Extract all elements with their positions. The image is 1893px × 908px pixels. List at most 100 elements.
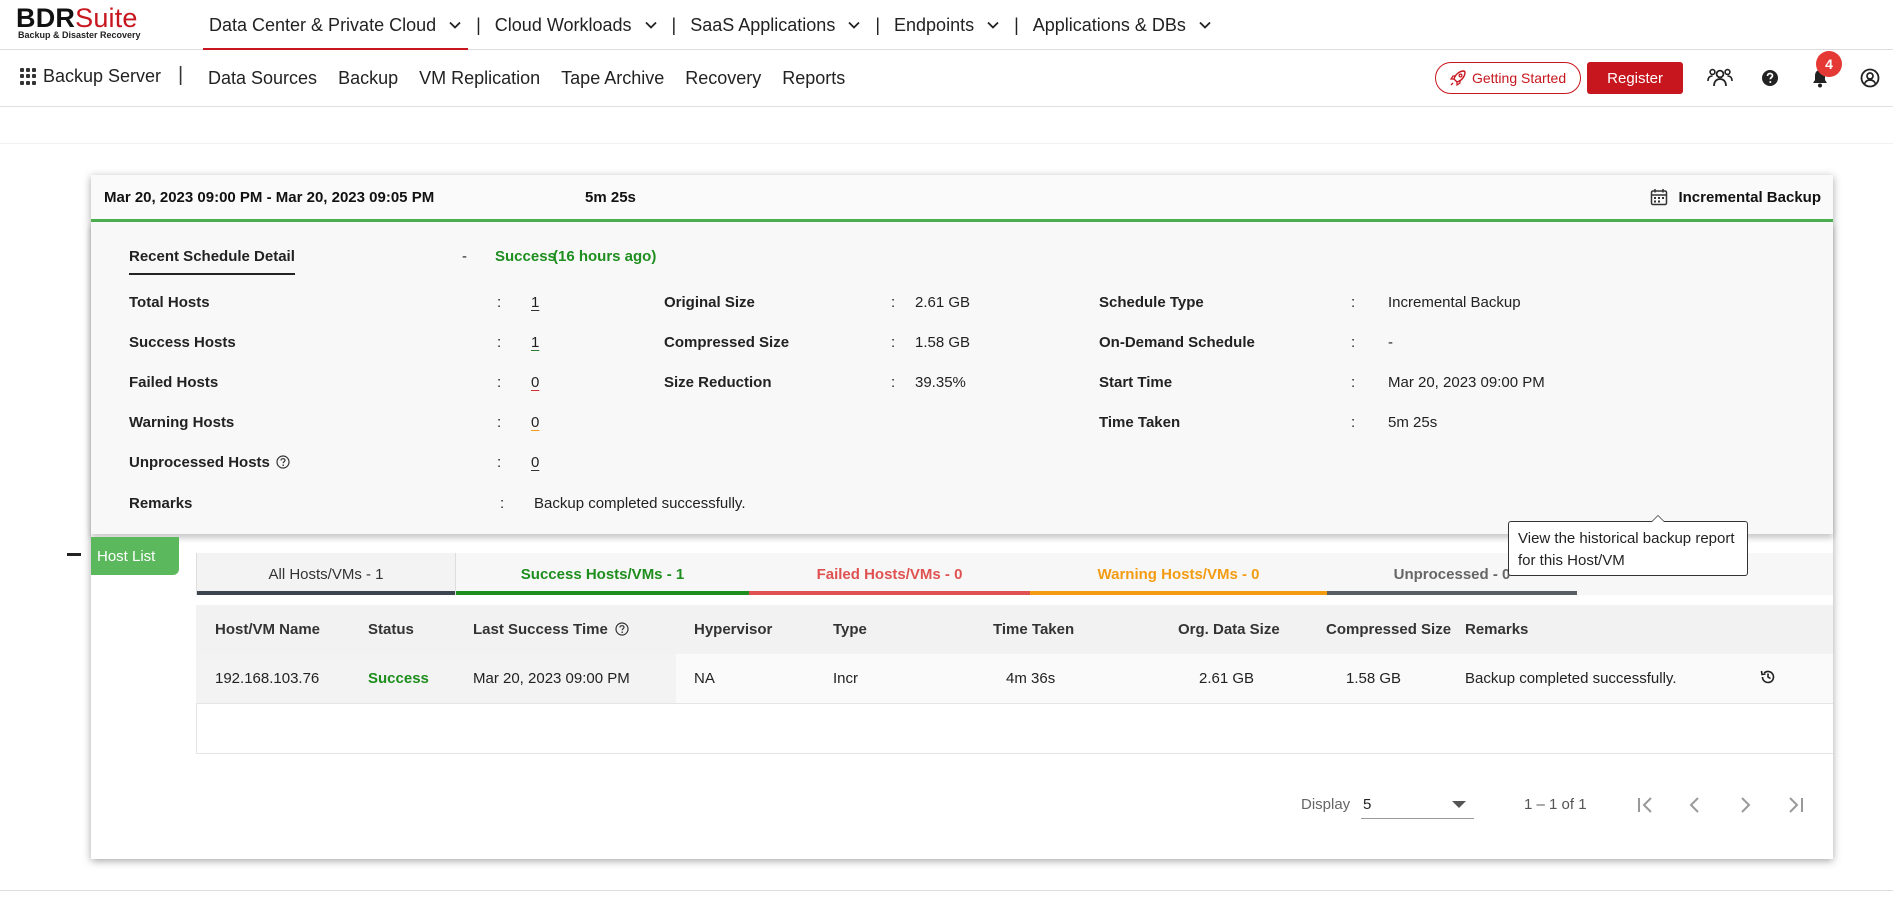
nav-vm-replication[interactable]: VM Replication [419, 68, 540, 89]
product-menu: Data Center & Private Cloud | Cloud Work… [203, 0, 1218, 50]
first-page-button[interactable] [1634, 793, 1658, 817]
collapse-button[interactable] [67, 553, 81, 556]
help-circle-icon[interactable] [276, 455, 290, 469]
tab-unprocessed-label: Unprocessed - 0 [1393, 565, 1511, 583]
notifications-button[interactable]: 4 [1807, 51, 1842, 91]
help-button[interactable] [1757, 65, 1783, 91]
col-compressed-size[interactable]: Compressed Size [1326, 621, 1451, 638]
colon: : [1351, 414, 1356, 431]
cell-remarks: Backup completed successfully. [1465, 670, 1677, 687]
tab-success-hosts[interactable]: Success Hosts/VMs - 1 [456, 553, 749, 595]
help-circle-icon[interactable] [615, 622, 629, 636]
history-icon[interactable] [1759, 668, 1777, 686]
colon: : [497, 294, 502, 311]
colon: : [1351, 374, 1356, 391]
notification-badge: 4 [1816, 51, 1842, 77]
schedule-type-value: Incremental Backup [1388, 294, 1521, 311]
account-button[interactable] [1857, 65, 1883, 91]
schedule-time-range: Mar 20, 2023 09:00 PM - Mar 20, 2023 09:… [104, 189, 435, 206]
menu-data-center-label: Data Center & Private Cloud [209, 14, 437, 35]
unprocessed-hosts-value[interactable]: 0 [531, 454, 539, 471]
col-host-vm-name[interactable]: Host/VM Name [215, 621, 320, 638]
page-range: 1 – 1 of 1 [1524, 796, 1587, 813]
col-hypervisor[interactable]: Hypervisor [694, 621, 772, 638]
size-reduction-value: 39.35% [915, 374, 966, 391]
header-actions: Getting Started Register 4 [1434, 51, 1893, 94]
recent-schedule-label: Recent Schedule Detail [129, 248, 295, 275]
menu-data-center[interactable]: Data Center & Private Cloud [203, 0, 469, 50]
original-size-label: Original Size [664, 294, 755, 311]
tab-indicator [1327, 591, 1577, 595]
total-hosts-value[interactable]: 1 [531, 294, 539, 311]
history-tooltip: View the historical backup report for th… [1508, 515, 1748, 576]
table-header: Host/VM Name Status Last Success Time Hy… [196, 605, 1833, 654]
app-switcher[interactable]: Backup Server [20, 66, 161, 87]
tab-indicator [456, 591, 749, 595]
chevron-left-icon [1689, 797, 1699, 813]
col-remarks[interactable]: Remarks [1465, 621, 1528, 638]
failed-hosts-value[interactable]: 0 [531, 374, 539, 391]
schedule-card-header[interactable]: Mar 20, 2023 09:00 PM - Mar 20, 2023 09:… [91, 175, 1833, 222]
warning-hosts-value[interactable]: 0 [531, 414, 539, 431]
tab-all-hosts[interactable]: All Hosts/VMs - 1 [196, 553, 456, 595]
nav-tape-archive[interactable]: Tape Archive [561, 68, 664, 89]
compressed-size-value: 1.58 GB [915, 334, 971, 351]
rocket-icon [1449, 70, 1466, 87]
success-hosts-label: Success Hosts [129, 334, 236, 351]
previous-page-button[interactable] [1683, 793, 1707, 817]
recent-status: Success [495, 248, 556, 265]
col-type[interactable]: Type [833, 621, 867, 638]
next-page-button[interactable] [1733, 793, 1757, 817]
bottom-divider [0, 890, 1893, 891]
nav-backup[interactable]: Backup [338, 68, 398, 89]
last-page-button[interactable] [1783, 793, 1807, 817]
menu-saas-applications-label: SaaS Applications [690, 14, 836, 35]
users-icon [1707, 68, 1733, 87]
col-last-success-time[interactable]: Last Success Time [473, 621, 629, 638]
original-size-value: 2.61 GB [915, 294, 971, 311]
tab-failed-hosts[interactable]: Failed Hosts/VMs - 0 [749, 553, 1030, 595]
chevron-down-icon [644, 21, 657, 29]
chevron-right-icon [1741, 797, 1751, 813]
success-hosts-value[interactable]: 1 [531, 334, 539, 351]
nav-reports[interactable]: Reports [782, 68, 845, 89]
bdrsuite-logo[interactable]: BDRSuite Backup & Disaster Recovery [16, 4, 141, 40]
menu-cloud-workloads[interactable]: Cloud Workloads [489, 0, 664, 50]
cell-host-vm-name: 192.168.103.76 [215, 670, 320, 687]
host-list-tab[interactable]: Host List [91, 537, 179, 575]
col-status[interactable]: Status [368, 621, 414, 638]
host-table: Host/VM Name Status Last Success Time Hy… [196, 605, 1833, 754]
menu-applications-dbs-label: Applications & DBs [1032, 14, 1186, 35]
calendar-icon [1651, 189, 1668, 206]
chevron-down-icon [449, 21, 461, 29]
users-button[interactable] [1707, 65, 1733, 91]
nav-recovery[interactable]: Recovery [685, 68, 761, 89]
module-menu: Data Sources Backup VM Replication Tape … [208, 68, 866, 89]
col-time-taken[interactable]: Time Taken [993, 621, 1074, 638]
pagination: Display 5 1 – 1 of 1 [91, 785, 1833, 825]
tab-warning-hosts[interactable]: Warning Hosts/VMs - 0 [1030, 553, 1327, 595]
colon: : [1351, 334, 1356, 351]
unprocessed-hosts-label: Unprocessed Hosts [129, 454, 290, 471]
register-button[interactable]: Register [1587, 62, 1683, 94]
table-row[interactable]: 192.168.103.76 Success Mar 20, 2023 09:0… [196, 654, 1833, 704]
nav-data-sources[interactable]: Data Sources [208, 68, 317, 89]
menu-separator: | [875, 14, 881, 35]
colon: : [891, 294, 896, 311]
display-label: Display [1301, 796, 1351, 813]
col-org-data-size[interactable]: Org. Data Size [1178, 621, 1280, 638]
schedule-duration: 5m 25s [585, 189, 636, 206]
cell-last-success-time: Mar 20, 2023 09:00 PM [473, 670, 630, 687]
logo-tagline: Backup & Disaster Recovery [18, 30, 141, 40]
app-separator: | [178, 64, 184, 86]
schedule-detail-panel: Recent Schedule Detail - Success (16 hou… [91, 222, 1833, 534]
tab-success-hosts-label: Success Hosts/VMs - 1 [520, 565, 685, 583]
menu-saas-applications[interactable]: SaaS Applications [684, 0, 867, 50]
menu-endpoints[interactable]: Endpoints [888, 0, 1006, 50]
page-size-select[interactable]: 5 [1361, 789, 1474, 819]
menu-applications-dbs[interactable]: Applications & DBs [1027, 0, 1218, 50]
logo-bdr: BDR [16, 3, 76, 33]
chevron-down-icon [1199, 21, 1211, 29]
logo-suite: Suite [75, 3, 138, 33]
getting-started-button[interactable]: Getting Started [1434, 62, 1582, 94]
